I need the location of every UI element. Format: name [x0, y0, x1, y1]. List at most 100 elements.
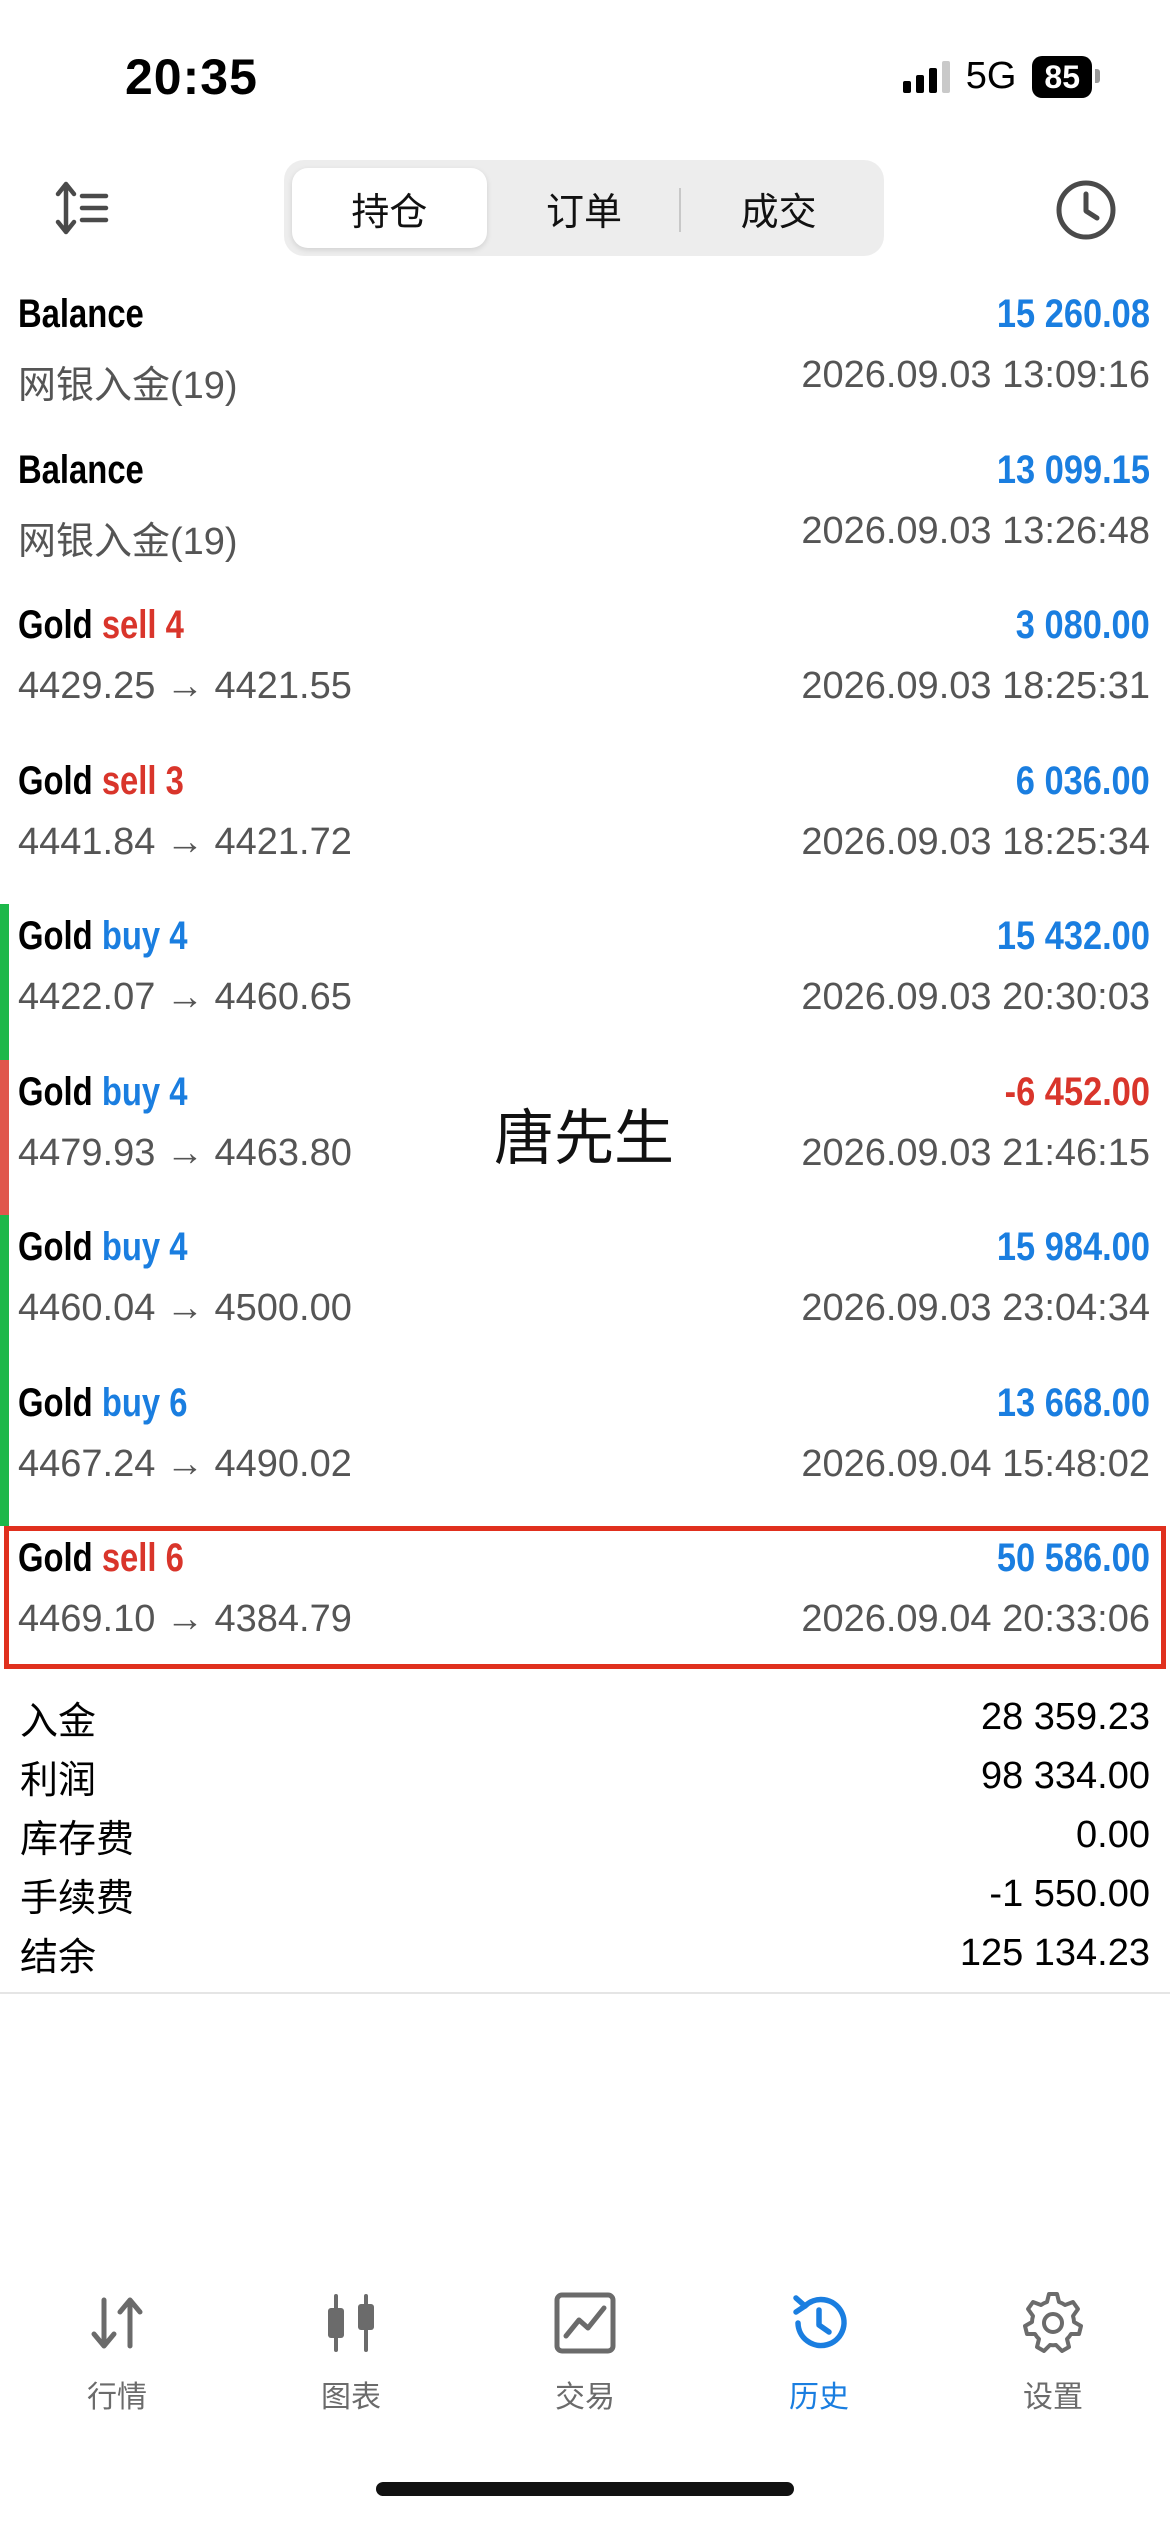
summary-row: 结余 125 134.23: [0, 1924, 1170, 1983]
deal-amount: -6 452.00: [1004, 1069, 1150, 1114]
deal-volume: 6: [169, 1380, 188, 1425]
deal-symbol: Gold: [18, 914, 93, 958]
history-icon: [793, 2295, 847, 2349]
battery-level: 85: [1044, 58, 1080, 95]
summary-label: 结余: [20, 1937, 97, 1979]
nav-label: 历史: [789, 2381, 849, 2414]
result-bar: [0, 1059, 9, 1215]
settings-icon: [1023, 2292, 1083, 2353]
nav-quotes[interactable]: 行情: [0, 2290, 234, 2440]
deal-amount: 6 036.00: [1016, 758, 1150, 803]
deal-symbol: Gold: [18, 603, 93, 647]
deal-time: 2026.09.03 18:25:31: [801, 665, 1150, 707]
deal-amount: 15 984.00: [996, 1225, 1150, 1269]
status-bar: 20:35 5G 85: [0, 0, 1170, 150]
summary-row: 手续费 -1 550.00: [0, 1865, 1170, 1924]
summary-panel: 入金 28 359.23 利润 98 334.00 库存费 0.00 手续费 -1 550.0…: [0, 1688, 1170, 1983]
signal-icon: [902, 60, 950, 93]
toolbar: 持仓 订单 成交: [0, 160, 1170, 260]
watermark: 唐先生: [494, 1105, 674, 1172]
deal-title: Gold buy 4: [18, 1070, 188, 1115]
bottom-nav: 行情 图表 交易 历史 设置: [0, 2290, 1170, 2440]
deal-amount: 13 099.15: [996, 447, 1150, 492]
deal-detail: 4460.04 → 4500.00: [18, 1287, 352, 1329]
deal-title: Gold sell 4: [18, 603, 184, 648]
nav-history[interactable]: 历史: [702, 2290, 936, 2440]
deal-volume: 3: [165, 758, 184, 803]
deal-title: Gold sell 3: [18, 759, 184, 804]
summary-label: 手续费: [20, 1878, 135, 1920]
deal-title: Gold buy 4: [18, 1225, 188, 1270]
deal-list: Balance 网银入金(19) 15 260.08 2026.09.03 13…: [0, 282, 1170, 1682]
deal-action: buy: [101, 1225, 161, 1269]
summary-value: 98 334.00: [980, 1755, 1150, 1797]
segment-control: 持仓 订单 成交: [284, 160, 884, 256]
deal-time: 2026.09.03 13:26:48: [801, 509, 1150, 552]
deal-row[interactable]: Balance 网银入金(19) 15 260.08 2026.09.03 13…: [0, 282, 1170, 438]
deal-amount: 13 668.00: [996, 1380, 1150, 1425]
deal-detail: 4422.07 → 4460.65: [18, 976, 352, 1018]
network-type: 5G: [965, 55, 1017, 97]
deal-time: 2026.09.04 15:48:02: [801, 1442, 1150, 1485]
summary-value: 0.00: [1076, 1814, 1150, 1856]
chart-icon: [328, 2294, 374, 2352]
deal-row[interactable]: Gold buy 4 4422.07 → 4460.65 15 432.00 2…: [0, 904, 1170, 1060]
deal-title: Balance: [18, 292, 144, 337]
divider: [0, 1992, 1170, 1994]
home-indicator[interactable]: [376, 2482, 794, 2496]
deal-detail: 网银入金(19): [18, 365, 238, 407]
deal-amount: 15 260.08: [996, 292, 1150, 336]
deal-action: buy: [101, 1069, 161, 1114]
nav-label: 行情: [87, 2381, 147, 2414]
deal-symbol: Balance: [18, 447, 144, 492]
summary-row: 库存费 0.00: [0, 1806, 1170, 1865]
deal-time: 2026.09.03 13:09:16: [801, 354, 1150, 396]
deal-detail: 4441.84 → 4421.72: [18, 820, 352, 863]
deal-action: sell: [101, 758, 157, 803]
deal-row[interactable]: Gold buy 6 4467.24 → 4490.02 13 668.00 2…: [0, 1370, 1170, 1526]
tab-label: 成交: [740, 191, 817, 234]
deal-detail: 网银入金(19): [18, 520, 238, 563]
nav-chart[interactable]: 图表: [234, 2290, 468, 2440]
deal-symbol: Gold: [18, 1380, 93, 1425]
trade-icon: [554, 2292, 616, 2354]
deal-time: 2026.09.03 21:46:15: [801, 1131, 1150, 1174]
clock-icon[interactable]: [1054, 178, 1118, 242]
deal-action: buy: [101, 1380, 161, 1425]
deal-action: sell: [101, 603, 157, 647]
tab-label: 持仓: [351, 191, 428, 234]
sort-icon[interactable]: [52, 178, 112, 238]
deal-title: Gold buy 6: [18, 1381, 188, 1426]
deal-volume: 4: [169, 1069, 188, 1114]
deal-row[interactable]: Gold sell 4 4429.25 → 4421.55 3 080.00 2…: [0, 593, 1170, 749]
deal-symbol: Gold: [18, 1225, 93, 1269]
result-bar: [0, 1215, 9, 1371]
nav-label: 交易: [555, 2381, 615, 2414]
tab-orders[interactable]: 订单: [487, 168, 682, 248]
summary-value: 125 134.23: [959, 1932, 1150, 1974]
deal-amount: 15 432.00: [996, 914, 1150, 958]
deal-detail: 4479.93 → 4463.80: [18, 1131, 352, 1174]
nav-trade[interactable]: 交易: [468, 2290, 702, 2440]
nav-label: 图表: [321, 2381, 381, 2414]
tab-deals[interactable]: 成交: [681, 168, 876, 248]
nav-settings[interactable]: 设置: [936, 2290, 1170, 2440]
deal-row[interactable]: Balance 网银入金(19) 13 099.15 2026.09.03 13…: [0, 438, 1170, 594]
deal-amount: 3 080.00: [1016, 603, 1150, 647]
deal-title: Balance: [18, 448, 144, 493]
tab-positions[interactable]: 持仓: [292, 168, 487, 248]
summary-value: 28 359.23: [980, 1696, 1150, 1738]
deal-action: buy: [101, 914, 161, 958]
deal-row[interactable]: Gold buy 4 4460.04 → 4500.00 15 984.00 2…: [0, 1215, 1170, 1371]
summary-row: 入金 28 359.23: [0, 1688, 1170, 1747]
quotes-icon: [91, 2297, 143, 2349]
nav-label: 设置: [1023, 2381, 1083, 2414]
deal-volume: 4: [169, 914, 188, 958]
deal-symbol: Balance: [18, 292, 144, 336]
deal-time: 2026.09.03 18:25:34: [801, 820, 1150, 863]
deal-row[interactable]: Gold sell 3 4441.84 → 4421.72 6 036.00 2…: [0, 749, 1170, 905]
deal-detail: 4429.25 → 4421.55: [18, 665, 352, 707]
deal-volume: 4: [165, 603, 184, 647]
status-indicators: 5G 85: [902, 55, 1100, 98]
summary-value: -1 550.00: [989, 1873, 1150, 1915]
